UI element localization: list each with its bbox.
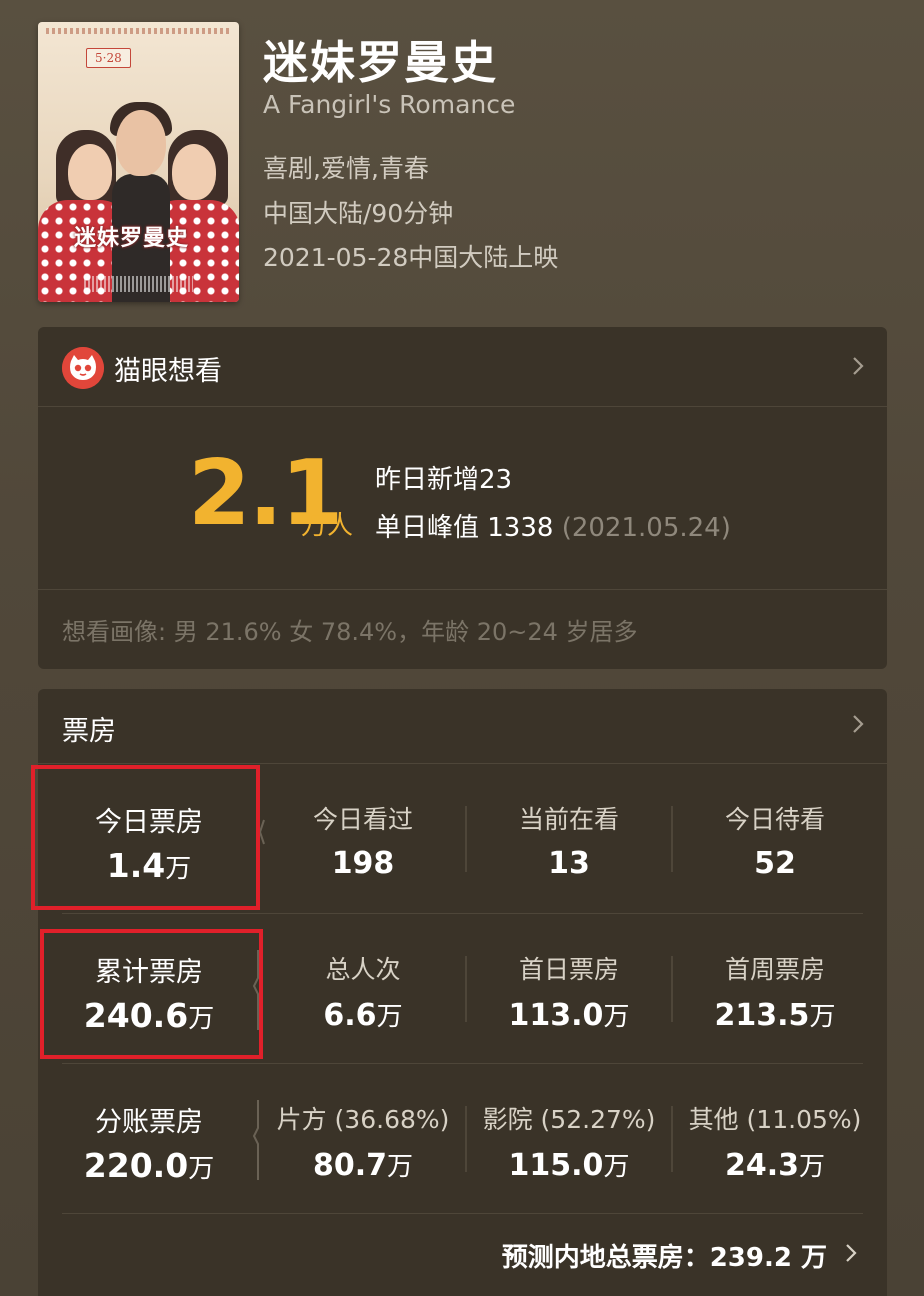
stat-number: 24.3 [724,1148,799,1183]
today-watched: 今日看过 198 [260,764,466,914]
poster-title-art: 迷妹罗曼史 [74,225,190,251]
stat-unit: 万 [799,1152,826,1182]
stat-label: 首周票房 [724,955,825,984]
stat-number: 213.5 [714,998,810,1033]
other-share: 其他 (11.05%) 24.3万 [672,1064,878,1214]
daily-peak-value: 单日峰值 1338 [375,513,554,543]
cinema-share: 影院 (52.27%) 115.0万 [466,1064,672,1214]
split-box-office[interactable]: 分账票房 220.0万 [38,1064,260,1214]
stat-unit: 万 [603,1152,630,1182]
stat-label: 影院 (52.27%) [482,1105,656,1134]
poster-tagline [46,28,231,34]
stat-value: 198 [260,846,466,881]
daily-peak-date: (2021.05.24) [561,513,731,543]
producer-share: 片方 (36.68%) 80.7万 [260,1064,466,1214]
today-to-watch: 今日待看 52 [672,764,878,914]
movie-region-duration: 中国大陆/90分钟 [263,199,454,228]
stat-unit: 万 [809,1002,836,1032]
want-card-header[interactable]: 猫眼想看 [38,327,887,407]
box-office-row-split: 分账票房 220.0万 片方 (36.68%) 80.7万 影院 (52.27%… [38,1064,887,1214]
daily-peak: 单日峰值 1338 (2021.05.24) [375,507,731,544]
movie-release-date: 2021-05-28中国大陆上映 [263,243,559,272]
yesterday-new: 昨日新增23 [375,465,513,495]
divider [38,589,887,590]
stat-number: 113.0 [508,998,604,1033]
stat-number: 220.0 [83,1146,189,1185]
stat-number: 80.7 [312,1148,387,1183]
stat-value: 13 [466,846,672,881]
stat-label: 其他 (11.05%) [688,1105,862,1134]
first-day-box-office: 首日票房 113.0万 [466,914,672,1064]
movie-english-title: A Fangirl's Romance [263,90,516,119]
want-to-see-card: 猫眼想看 2.1 万人 昨日新增23 单日峰值 1338 (2021.05.24… [38,327,887,669]
first-week-box-office: 首周票房 213.5万 [672,914,878,1064]
want-count-unit: 万人 [301,511,354,541]
chevron-right-icon [851,713,865,735]
stat-value: 80.7万 [260,1146,466,1183]
divider [62,1213,863,1214]
poster-credits [84,276,193,292]
audience-portrait: 想看画像: 男 21.6% 女 78.4%，年龄 20~24 岁居多 [62,618,638,646]
total-admissions: 总人次 6.6万 [260,914,466,1064]
stat-label: 总人次 [325,955,401,984]
stat-unit: 万 [603,1002,630,1032]
stat-unit: 万 [376,1002,403,1032]
stat-label: 今日看过 [312,805,413,834]
maoyan-cat-icon [62,347,104,389]
want-card-title: 猫眼想看 [114,356,222,387]
box-office-title: 票房 [62,716,116,747]
stat-label: 片方 (36.68%) [276,1105,450,1134]
forecast-total-box-office[interactable]: 预测内地总票房：239.2 万 [502,1237,827,1274]
stat-label: 分账票房 [95,1107,203,1138]
poster-date-badge: 5·28 [86,48,131,68]
box-office-header[interactable]: 票房 [38,689,887,764]
highlight-box-total [40,929,263,1059]
stat-label: 首日票房 [518,955,619,984]
stat-value: 220.0万 [38,1146,260,1185]
stat-value: 24.3万 [672,1146,878,1183]
stat-label: 今日待看 [724,805,825,834]
stat-number: 198 [331,846,395,881]
stat-number: 6.6 [323,998,377,1033]
stat-number: 13 [548,846,590,881]
stat-number: 52 [754,846,796,881]
chevron-right-icon [845,1243,857,1263]
stat-number: 115.0 [508,1148,604,1183]
movie-title: 迷妹罗曼史 [263,36,499,89]
stat-value: 113.0万 [466,996,672,1033]
stat-value: 6.6万 [260,996,466,1033]
movie-genres: 喜剧,爱情,青春 [263,154,429,183]
stat-value: 52 [672,846,878,881]
now-watching: 当前在看 13 [466,764,672,914]
stat-label: 当前在看 [518,805,619,834]
stat-unit: 万 [188,1154,215,1184]
movie-poster[interactable]: 5·28 迷妹罗曼史 [38,22,239,302]
stat-value: 115.0万 [466,1146,672,1183]
chevron-right-icon [851,355,865,377]
stat-value: 213.5万 [672,996,878,1033]
highlight-box-today [31,765,260,910]
stat-unit: 万 [387,1152,414,1182]
